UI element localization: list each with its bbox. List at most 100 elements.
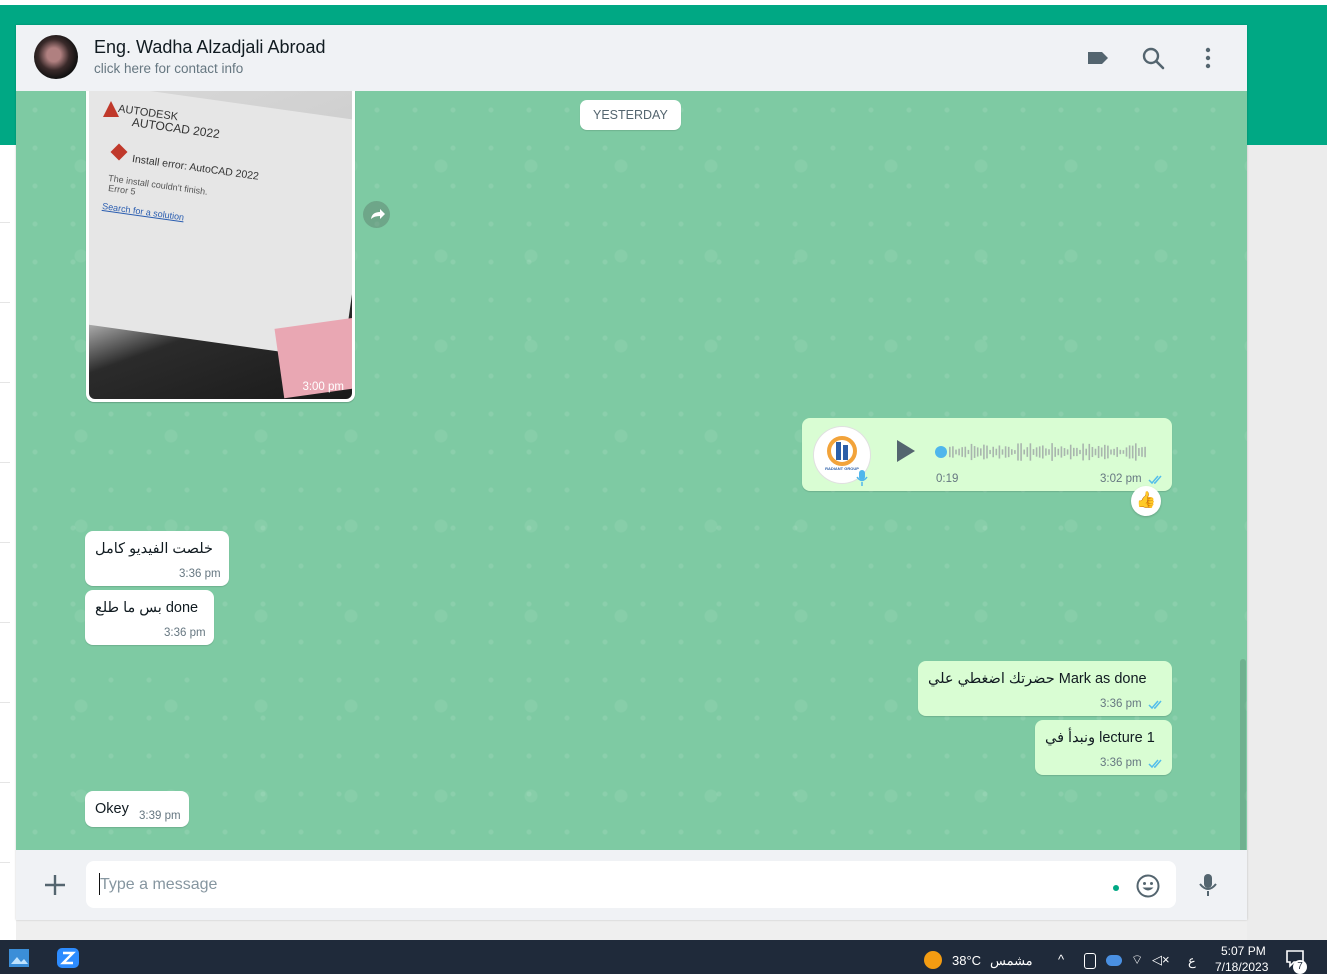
waveform-bar	[1020, 443, 1022, 461]
waveform-bar	[992, 446, 994, 458]
waveform-bar	[1135, 443, 1137, 461]
language-indicator[interactable]: ع	[1188, 953, 1196, 969]
reaction-badge[interactable]: 👍	[1131, 486, 1161, 516]
menu-icon[interactable]	[1195, 45, 1221, 71]
waveform-bar	[989, 449, 991, 455]
chat-area[interactable]: YESTERDAY AUTODESK AUTOCAD 2022 Install …	[16, 91, 1247, 850]
message-text: خلصت الفيديو كامل	[95, 541, 213, 557]
wifi-icon[interactable]: ⌔	[1131, 952, 1143, 968]
waveform-bar	[976, 447, 979, 457]
waveform-bar	[1091, 446, 1094, 458]
waveform-bar	[1076, 447, 1078, 457]
attach-plus-icon[interactable]	[42, 872, 68, 898]
image-app-icon[interactable]	[8, 948, 30, 968]
chat-header[interactable]: Eng. Wadha Alzadjali Abroad click here f…	[16, 25, 1247, 92]
waveform-bar	[995, 448, 998, 456]
waveform-bar	[1085, 448, 1087, 456]
message-input[interactable]	[98, 873, 1062, 897]
incoming-message[interactable]: Okey 3:39 pm	[85, 791, 189, 827]
waveform-bar	[973, 446, 976, 458]
waveform-bar	[1035, 447, 1038, 457]
outgoing-message[interactable]: ونبدأ في lecture 1 3:36 pm	[1035, 720, 1172, 775]
message-text: Okey	[95, 801, 129, 817]
waveform-bar	[1122, 450, 1125, 454]
waveform-bar	[1088, 443, 1091, 461]
chat-scrollbar[interactable]	[1240, 659, 1246, 850]
read-ticks-icon	[1148, 700, 1162, 710]
waveform-bar	[1116, 447, 1118, 457]
waveform-bar	[1023, 449, 1025, 455]
microphone-icon[interactable]	[1196, 872, 1220, 898]
waveform-bar	[967, 449, 970, 455]
outgoing-message[interactable]: حضرتك اضغطي علي Mark as done 3:36 pm	[918, 661, 1172, 716]
status-dot	[1113, 885, 1119, 891]
contact-name[interactable]: Eng. Wadha Alzadjali Abroad	[94, 37, 326, 58]
waveform-bar	[1063, 448, 1066, 456]
screen-photo	[89, 91, 352, 361]
waveform-bar	[964, 446, 967, 458]
waveform-bar	[1131, 445, 1134, 459]
waveform-bar	[980, 448, 982, 456]
waveform-bar	[1079, 449, 1081, 455]
forward-icon[interactable]	[363, 201, 390, 228]
image-thumbnail[interactable]: AUTODESK AUTOCAD 2022 Install error: Aut…	[89, 91, 352, 399]
notification-count: 7	[1293, 960, 1307, 974]
image-message[interactable]: AUTODESK AUTOCAD 2022 Install error: Aut…	[86, 91, 355, 402]
waveform-bar	[955, 449, 957, 455]
waveform-bar	[1097, 445, 1100, 459]
message-input-wrapper[interactable]	[86, 861, 1176, 908]
speaker-muted-icon[interactable]: ◁×	[1152, 952, 1170, 968]
waveform-bar	[1001, 449, 1004, 455]
tray-chevron-icon[interactable]: ^	[1058, 952, 1064, 967]
play-icon[interactable]	[892, 438, 918, 464]
chat-list-edge	[0, 145, 16, 940]
message-time: 3:36 pm	[179, 568, 221, 580]
read-ticks-icon	[1148, 475, 1162, 485]
waveform-bar	[1007, 446, 1010, 458]
label-icon[interactable]	[1085, 45, 1111, 71]
message-time: 3:02 pm	[1100, 473, 1142, 485]
weather-temp[interactable]: 38°C	[952, 953, 981, 968]
waveform-bar	[1032, 449, 1035, 455]
waveform-bar	[1029, 443, 1032, 461]
waveform-bar	[1113, 448, 1115, 456]
waveform-bar	[958, 448, 960, 456]
waveform-bar	[949, 446, 951, 458]
message-time: 3:39 pm	[139, 810, 181, 822]
incoming-message[interactable]: بس ما طلع done 3:36 pm	[85, 590, 214, 645]
waveform-bar	[1014, 450, 1016, 454]
waveform-bar	[1144, 446, 1146, 458]
weather-label[interactable]: مشمس	[990, 953, 1033, 969]
onedrive-icon[interactable]	[1106, 955, 1122, 966]
read-ticks-icon	[1148, 759, 1162, 769]
contact-avatar[interactable]	[34, 35, 78, 79]
clock-date[interactable]: 7/18/2023	[1215, 960, 1268, 974]
message-time: 3:36 pm	[1100, 757, 1142, 769]
message-composer	[16, 850, 1247, 920]
waveform[interactable]	[937, 442, 1152, 462]
emoji-icon[interactable]	[1135, 873, 1161, 899]
waveform-bar	[986, 445, 988, 459]
waveform-bar	[1066, 449, 1069, 455]
weather-sun-icon[interactable]	[924, 951, 942, 969]
message-text: حضرتك اضغطي علي Mark as done	[928, 671, 1147, 687]
waveform-bar	[1138, 448, 1140, 456]
waveform-bar	[1110, 449, 1112, 455]
search-icon[interactable]	[1140, 45, 1166, 71]
message-text: بس ما طلع done	[95, 600, 199, 616]
contact-info-hint[interactable]: click here for contact info	[94, 61, 243, 76]
waveform-bar	[1128, 445, 1131, 459]
waveform-bar	[961, 447, 963, 457]
zoom-app-icon[interactable]	[56, 947, 80, 969]
clock-time[interactable]: 5:07 PM	[1221, 944, 1266, 958]
windows-taskbar: 38°C مشمس ^ ⌔ ◁× ع 5:07 PM 7/18/2023 7	[0, 940, 1327, 974]
waveform-bar	[1094, 448, 1097, 456]
incoming-message[interactable]: خلصت الفيديو كامل 3:36 pm	[85, 531, 229, 586]
meet-icon[interactable]	[1084, 953, 1096, 969]
waveform-bar	[1100, 447, 1103, 457]
waveform-bar	[1082, 443, 1084, 461]
voice-message[interactable]: RADIANT GROUP 0:19 3:02 pm	[802, 418, 1172, 491]
waveform-bar	[1119, 449, 1122, 455]
waveform-bar	[1045, 448, 1047, 456]
waveform-bar	[1048, 449, 1050, 455]
